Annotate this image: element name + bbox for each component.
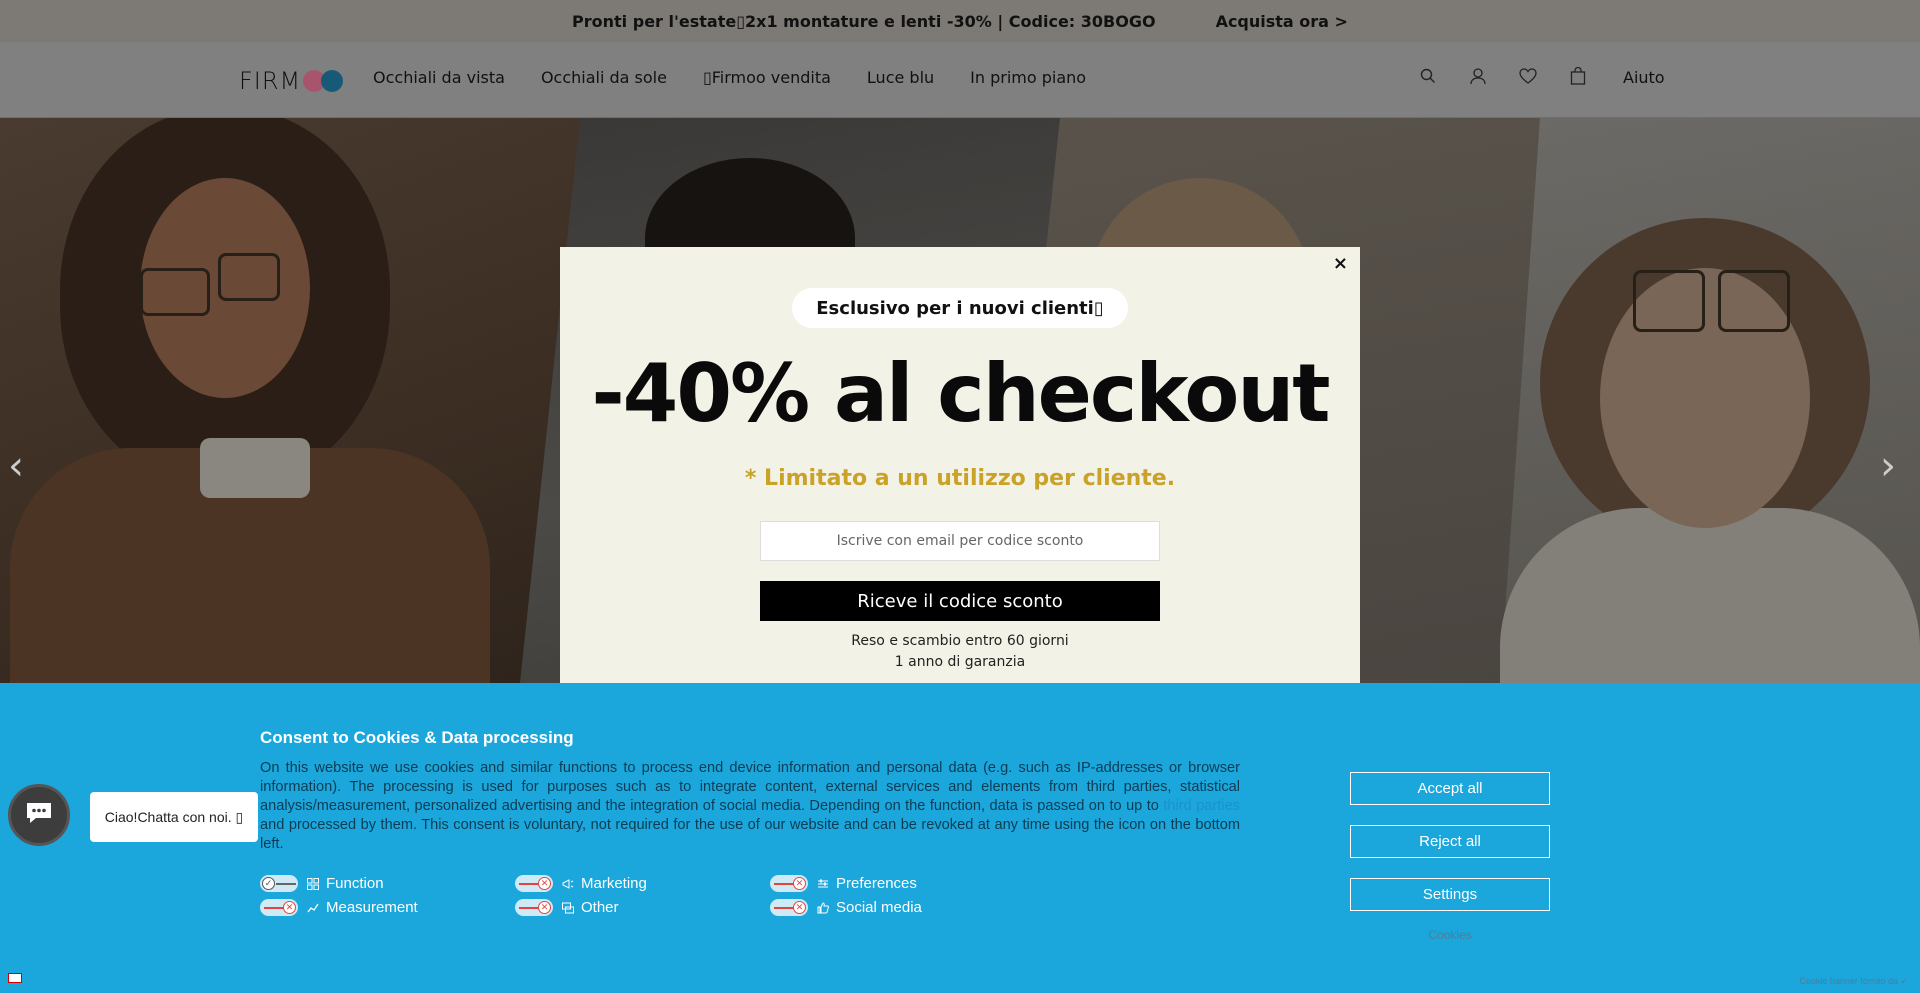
marketing-label: Marketing xyxy=(581,875,647,892)
category-marketing: ✕ Marketing xyxy=(515,875,770,892)
model-4-glasses-right xyxy=(1718,270,1790,332)
discount-headline: -40% al checkout xyxy=(591,347,1330,440)
third-parties-link[interactable]: third parties xyxy=(1163,798,1240,814)
model-4-shirt xyxy=(1500,508,1920,683)
promo-text: Pronti per l'estate▯2x1 montature e lent… xyxy=(572,11,1156,31)
category-function: ✓ Function xyxy=(260,875,515,892)
cookie-text-before: On this website we use cookies and simil… xyxy=(260,760,1240,814)
bag-icon[interactable] xyxy=(1568,66,1588,86)
cookie-consent-banner: Consent to Cookies & Data processing On … xyxy=(0,683,1920,993)
social-media-label: Social media xyxy=(836,899,922,916)
logo-dot-blue xyxy=(321,70,344,92)
new-customer-badge: Esclusivo per i nuovi clienti▯ xyxy=(792,288,1128,328)
warranty-note: 1 anno di garanzia xyxy=(894,654,1026,670)
search-icon[interactable] xyxy=(1418,66,1438,86)
email-field[interactable] xyxy=(760,521,1160,561)
cookie-text-after: and processed by them. This consent is v… xyxy=(260,817,1240,852)
main-nav: Occhiali da vista Occhiali da sole ▯Firm… xyxy=(373,68,1086,87)
firmoo-logo[interactable]: FIRM xyxy=(239,66,344,96)
cookie-title: Consent to Cookies & Data processing xyxy=(260,728,574,747)
model-1-glasses-left xyxy=(140,268,210,316)
accept-all-button[interactable]: Accept all xyxy=(1350,772,1550,805)
nav-item-sale[interactable]: ▯Firmoo vendita xyxy=(703,68,831,87)
nav-item-blue-light[interactable]: Luce blu xyxy=(867,68,934,87)
preferences-icon xyxy=(816,877,830,891)
header-icons xyxy=(1418,66,1588,86)
return-policy-note: Reso e scambio entro 60 giorni xyxy=(851,633,1069,649)
promo-cta-link[interactable]: Acquista ora > xyxy=(1216,12,1348,31)
cookie-category-toggles: ✓ Function ✕ Marketing ✕ Preferences ✕ M… xyxy=(260,875,1025,916)
function-icon xyxy=(306,877,320,891)
heart-icon[interactable] xyxy=(1518,66,1538,86)
category-measurement: ✕ Measurement xyxy=(260,899,515,916)
carousel-prev-arrow[interactable]: ‹ xyxy=(8,446,38,486)
nav-item-eyeglasses[interactable]: Occhiali da vista xyxy=(373,68,505,87)
chat-greeting-bubble[interactable]: Ciao!Chatta con noi. ▯ xyxy=(90,792,258,842)
consent-settings-flag-icon[interactable] xyxy=(8,973,22,983)
site-header: FIRM Occhiali da vista Occhiali da sole … xyxy=(0,42,1920,118)
function-toggle[interactable]: ✓ xyxy=(260,875,298,892)
preferences-toggle[interactable]: ✕ xyxy=(770,875,808,892)
measurement-label: Measurement xyxy=(326,899,418,916)
nav-item-featured[interactable]: In primo piano xyxy=(970,68,1086,87)
measurement-toggle[interactable]: ✕ xyxy=(260,899,298,916)
model-4-glasses-left xyxy=(1633,270,1705,332)
function-label: Function xyxy=(326,875,384,892)
social-media-icon xyxy=(816,901,830,915)
carousel-next-arrow[interactable]: › xyxy=(1880,446,1910,486)
other-icon xyxy=(561,901,575,915)
close-icon[interactable]: × xyxy=(1333,253,1348,274)
logo-text: FIRM xyxy=(239,67,302,95)
other-label: Other xyxy=(581,899,619,916)
measurement-icon xyxy=(306,901,320,915)
cookies-link[interactable]: Cookies xyxy=(1350,928,1550,942)
cookie-description: On this website we use cookies and simil… xyxy=(260,759,1240,854)
help-link[interactable]: Aiuto xyxy=(1623,68,1665,87)
chat-icon xyxy=(24,800,54,830)
account-icon[interactable] xyxy=(1468,66,1488,86)
nav-item-sunglasses[interactable]: Occhiali da sole xyxy=(541,68,667,87)
model-1-glasses-right xyxy=(218,253,280,301)
cookie-banner-provider[interactable]: Cookie banner fornito da ✓ xyxy=(1799,976,1908,987)
discount-limit-note: * Limitato a un utilizzo per cliente. xyxy=(744,466,1176,491)
category-preferences: ✕ Preferences xyxy=(770,875,1025,892)
reject-all-button[interactable]: Reject all xyxy=(1350,825,1550,858)
category-social-media: ✕ Social media xyxy=(770,899,1025,916)
model-1-collar xyxy=(200,438,310,498)
marketing-toggle[interactable]: ✕ xyxy=(515,875,553,892)
discount-modal: × Esclusivo per i nuovi clienti▯ -40% al… xyxy=(560,247,1360,683)
chat-button[interactable] xyxy=(8,784,70,846)
social-media-toggle[interactable]: ✕ xyxy=(770,899,808,916)
get-code-button[interactable]: Riceve il codice sconto xyxy=(760,581,1160,621)
category-other: ✕ Other xyxy=(515,899,770,916)
marketing-icon xyxy=(561,877,575,891)
promo-bar: Pronti per l'estate▯2x1 montature e lent… xyxy=(0,0,1920,42)
preferences-label: Preferences xyxy=(836,875,917,892)
settings-button[interactable]: Settings xyxy=(1350,878,1550,911)
other-toggle[interactable]: ✕ xyxy=(515,899,553,916)
